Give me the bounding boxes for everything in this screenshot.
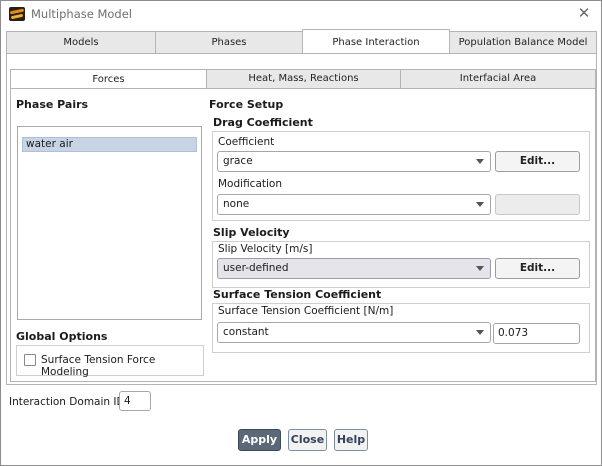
chevron-down-icon <box>476 202 484 207</box>
global-options-group: Surface Tension Force Modeling <box>16 345 204 378</box>
force-setup-title: Force Setup <box>209 98 284 111</box>
close-icon[interactable]: ✕ <box>575 4 593 22</box>
tab-phase-interaction[interactable]: Phase Interaction <box>302 29 450 54</box>
global-options-title: Global Options <box>16 330 108 343</box>
slip-velocity-value: user-defined <box>223 262 289 274</box>
tab-interfacial-area[interactable]: Interfacial Area <box>400 69 596 89</box>
phase-pairs-list[interactable]: water air <box>17 126 202 320</box>
sub-tab-bar: Forces Heat, Mass, Reactions Interfacial… <box>10 69 596 89</box>
surface-tension-coefficient-label: Surface Tension Coefficient [N/m] <box>218 305 394 317</box>
help-button[interactable]: Help <box>334 429 368 451</box>
modification-select[interactable]: none <box>217 194 491 215</box>
surface-tension-value-field[interactable]: 0.073 <box>493 323 580 344</box>
list-item[interactable]: water air <box>22 137 197 152</box>
surface-tension-force-modeling-checkbox[interactable] <box>24 354 36 366</box>
interaction-domain-id-field[interactable]: 4 <box>119 391 151 411</box>
window-title: Multiphase Model <box>31 7 132 21</box>
slip-velocity-select[interactable]: user-defined <box>217 258 491 279</box>
tab-heat-mass-reactions[interactable]: Heat, Mass, Reactions <box>206 69 401 89</box>
surface-tension-method-value: constant <box>223 326 269 338</box>
chevron-down-icon <box>476 159 484 164</box>
surface-tension-force-modeling-label: Surface Tension Force Modeling <box>41 354 156 378</box>
slip-velocity-title: Slip Velocity <box>213 226 290 239</box>
drag-coefficient-title: Drag Coefficient <box>213 116 313 129</box>
tab-forces[interactable]: Forces <box>10 69 207 89</box>
chevron-down-icon <box>476 266 484 271</box>
surface-tension-coefficient-title: Surface Tension Coefficient <box>213 288 382 301</box>
chevron-down-icon <box>476 330 484 335</box>
slip-velocity-label: Slip Velocity [m/s] <box>218 243 313 255</box>
apply-button[interactable]: Apply <box>238 429 281 451</box>
phase-pairs-title: Phase Pairs <box>16 98 89 111</box>
drag-coefficient-edit-button[interactable]: Edit... <box>495 151 580 172</box>
top-tab-bar: Models Phases Phase Interaction Populati… <box>6 29 597 54</box>
fluent-app-icon <box>9 7 25 21</box>
slip-velocity-edit-button[interactable]: Edit... <box>495 258 580 279</box>
tab-population-balance-model[interactable]: Population Balance Model <box>449 31 597 54</box>
modification-value: none <box>223 198 250 210</box>
close-button[interactable]: Close <box>288 429 327 451</box>
tab-phases[interactable]: Phases <box>155 31 303 54</box>
multiphase-model-dialog: Multiphase Model ✕ Models Phases Phase I… <box>0 0 602 466</box>
drag-coefficient-select[interactable]: grace <box>217 151 491 172</box>
coefficient-label: Coefficient <box>218 136 275 148</box>
tab-models[interactable]: Models <box>6 31 156 54</box>
surface-tension-method-select[interactable]: constant <box>217 322 491 343</box>
interaction-domain-id-label: Interaction Domain ID <box>9 396 125 408</box>
modification-label: Modification <box>218 178 282 190</box>
drag-coefficient-value: grace <box>223 155 253 167</box>
modification-edit-button <box>495 194 580 215</box>
title-bar: Multiphase Model ✕ <box>1 1 601 27</box>
